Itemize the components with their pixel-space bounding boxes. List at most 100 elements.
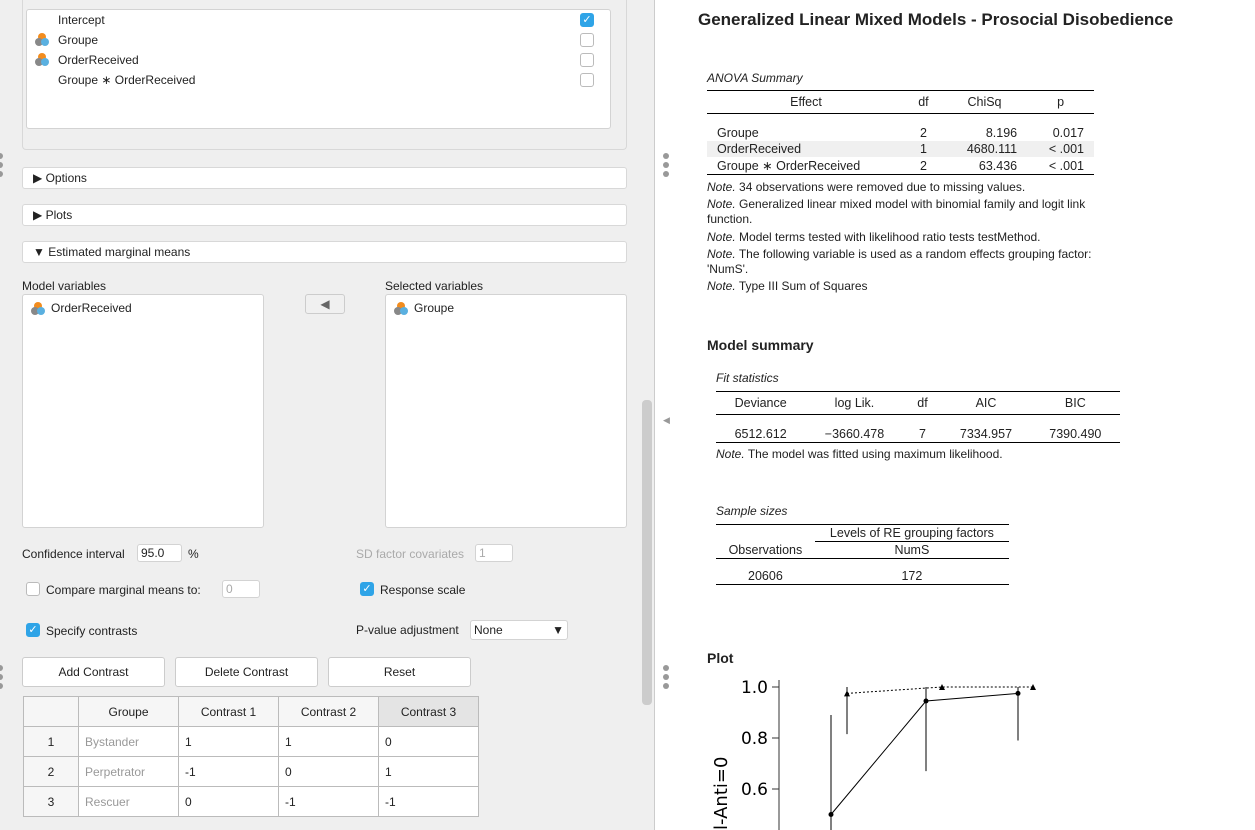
model-term[interactable]: Groupe ∗ OrderReceived <box>27 70 610 90</box>
column-header: Contrast 2 <box>278 696 379 727</box>
ci-unit: % <box>188 547 199 561</box>
table-row: Groupe 2 8.196 0.017 <box>717 126 1084 140</box>
ci-label: Confidence interval <box>22 547 125 561</box>
arrow-left-icon: ◀ <box>320 297 330 311</box>
contrast-cell[interactable]: 1 <box>378 756 479 787</box>
y-tick-label: 0.6 <box>741 780 768 800</box>
model-term[interactable]: Groupe <box>27 30 610 50</box>
nominal-variable-icon <box>31 301 45 316</box>
y-axis-label: l-Anti=0 <box>711 757 732 830</box>
add-contrast-button[interactable]: Add Contrast <box>22 657 165 687</box>
expand-arrow-icon: ▶ <box>33 208 46 222</box>
table-row: OrderReceived 1 4680.111 < .001 <box>707 141 1094 157</box>
response-scale-label: Response scale <box>380 583 466 597</box>
model-variables-list[interactable]: OrderReceived <box>22 294 264 528</box>
term-checkbox[interactable] <box>580 53 594 67</box>
anova-note: Note. Type III Sum of Squares <box>707 279 868 293</box>
response-scale-checkbox[interactable]: ✓ <box>360 582 374 596</box>
drag-handle-icon[interactable] <box>0 665 3 692</box>
contrast-cell[interactable]: 0 <box>278 756 379 787</box>
term-checkbox[interactable] <box>580 33 594 47</box>
row-label: Perpetrator <box>78 756 179 787</box>
delete-contrast-button[interactable]: Delete Contrast <box>175 657 318 687</box>
compare-label: Compare marginal means to: <box>46 583 201 597</box>
sd-label: SD factor covariates <box>356 547 465 561</box>
fit-note: Note. The model was fitted using maximum… <box>716 447 1003 461</box>
nominal-variable-icon <box>35 53 49 67</box>
move-left-button[interactable]: ◀ <box>305 294 345 314</box>
sample-table: Levels of RE grouping factors Observatio… <box>716 524 1009 585</box>
options-section[interactable]: ▶ Options <box>22 167 627 189</box>
column-header: Contrast 3 <box>378 696 479 727</box>
column-header <box>23 696 79 727</box>
row-label: 2 <box>23 756 79 787</box>
collapse-left-icon[interactable]: ◀ <box>663 415 670 426</box>
data-point <box>923 698 929 704</box>
series-line <box>846 686 1033 694</box>
column-header: Contrast 1 <box>178 696 279 727</box>
options-panel: Intercept ✓ Groupe OrderReceived Groupe ∗ Or… <box>0 0 655 830</box>
data-point <box>1015 690 1021 696</box>
model-term[interactable]: Intercept ✓ <box>27 10 610 30</box>
term-checkbox[interactable]: ✓ <box>580 13 594 27</box>
table-row: 6512.612 −3660.478 7 7334.957 7390.490 <box>734 427 1102 441</box>
row-label: 1 <box>23 726 79 757</box>
model-variables-label: Model variables <box>22 279 107 293</box>
series-line <box>830 692 1019 815</box>
fit-table: Deviance log Lik. df AIC BIC 6512.612 −3660.47… <box>716 391 1120 443</box>
model-terms-list[interactable]: Intercept ✓ Groupe OrderReceived Groupe ∗ Or… <box>26 9 611 129</box>
contrast-cell[interactable]: -1 <box>178 756 279 787</box>
padj-label: P-value adjustment <box>356 623 459 637</box>
anova-note: Note. The following variable is used as … <box>707 247 1092 276</box>
contrast-cell[interactable]: 0 <box>178 786 279 817</box>
plot-heading: Plot <box>707 650 734 666</box>
list-item[interactable]: Groupe <box>394 301 618 316</box>
collapse-arrow-icon: ▼ <box>33 245 49 259</box>
sd-input[interactable]: 1 <box>475 544 513 562</box>
row-label: Bystander <box>78 726 179 757</box>
anova-note: Note. Model terms tested with likelihood… <box>707 230 1041 244</box>
ci-input[interactable]: 95.0 <box>137 544 182 562</box>
nominal-variable-icon <box>394 301 408 316</box>
anova-note: Note. 34 observations were removed due t… <box>707 180 1026 194</box>
emm-section[interactable]: ▼ Estimated marginal means <box>22 241 627 263</box>
contrast-cell[interactable]: 1 <box>278 726 379 757</box>
contrast-cell[interactable]: 1 <box>178 726 279 757</box>
specify-contrasts-checkbox[interactable]: ✓ <box>26 623 40 637</box>
row-label: Rescuer <box>78 786 179 817</box>
model-summary-heading: Model summary <box>707 337 814 353</box>
data-point <box>828 812 834 817</box>
compare-checkbox[interactable] <box>26 582 40 596</box>
table-row: 3 Rescuer 0 -1 -1 <box>23 786 479 817</box>
emm-plot: 1.0 0.8 0.6 l-Anti=0 <box>711 678 1036 830</box>
y-tick-label: 0.8 <box>741 729 768 749</box>
anova-caption: ANOVA Summary <box>707 71 803 85</box>
column-header: Groupe <box>78 696 179 727</box>
anova-note: Note. Generalized linear mixed model wit… <box>707 197 1086 226</box>
results-title: Generalized Linear Mixed Models - Prosoc… <box>698 10 1174 29</box>
contrast-cell[interactable]: -1 <box>278 786 379 817</box>
contrast-cell[interactable]: -1 <box>378 786 479 817</box>
selected-variables-list[interactable]: Groupe <box>385 294 627 528</box>
sample-caption: Sample sizes <box>716 504 788 518</box>
chevron-down-icon: ▼ <box>552 623 564 637</box>
plots-section[interactable]: ▶ Plots <box>22 204 627 226</box>
nominal-variable-icon <box>35 33 49 47</box>
specify-contrasts-label: Specify contrasts <box>46 624 138 638</box>
reset-button[interactable]: Reset <box>328 657 471 687</box>
drag-handle-icon[interactable] <box>0 153 3 180</box>
row-label: 3 <box>23 786 79 817</box>
drag-handle-icon[interactable] <box>663 665 669 692</box>
padj-select[interactable]: None ▼ <box>470 620 568 640</box>
table-row: 2 Perpetrator -1 0 1 <box>23 756 479 787</box>
compare-input[interactable]: 0 <box>222 580 260 598</box>
table-row: Groupe ∗ OrderReceived 2 63.436 < .001 <box>717 158 1084 174</box>
list-item[interactable]: OrderReceived <box>31 301 255 316</box>
contrast-table: Groupe Contrast 1 Contrast 2 Contrast 3 1 By… <box>23 696 479 817</box>
model-term[interactable]: OrderReceived <box>27 50 610 70</box>
drag-handle-icon[interactable] <box>663 153 669 180</box>
term-checkbox[interactable] <box>580 73 594 87</box>
contrast-cell[interactable]: 0 <box>378 726 479 757</box>
scrollbar[interactable] <box>642 400 652 705</box>
expand-arrow-icon: ▶ <box>33 171 46 185</box>
